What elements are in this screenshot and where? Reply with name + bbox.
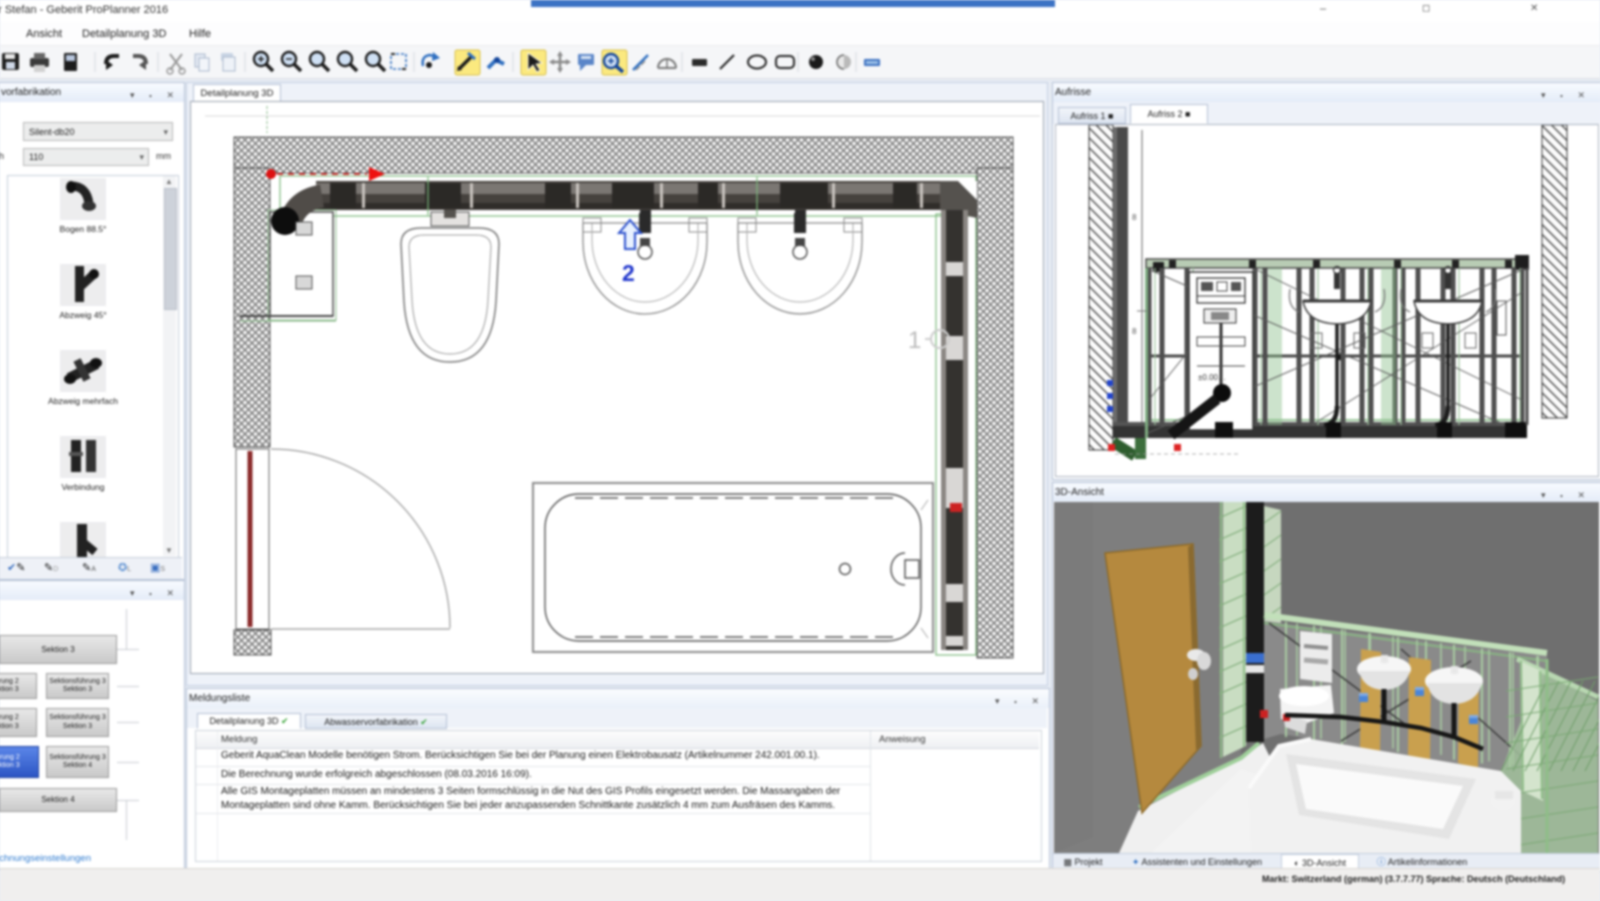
svg-text:±0.00…: ±0.00…: [1198, 373, 1226, 382]
svg-text:8: 8: [1132, 327, 1137, 336]
svg-text:2: 2: [622, 260, 635, 286]
svg-text:8: 8: [1132, 213, 1137, 222]
svg-text:1: 1: [908, 327, 921, 354]
